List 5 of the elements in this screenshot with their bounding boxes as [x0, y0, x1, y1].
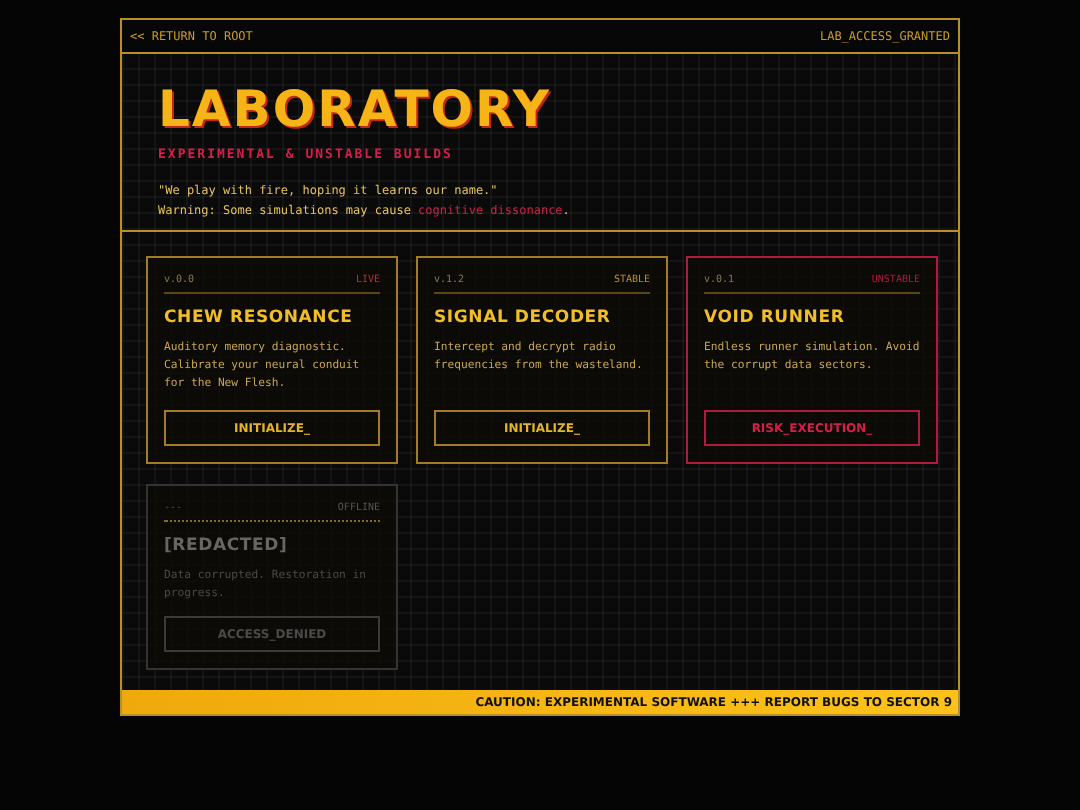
card-title: [REDACTED]	[164, 536, 288, 556]
card-title: SIGNAL DECODER	[434, 308, 611, 328]
card-title: CHEW RESONANCE	[164, 308, 353, 328]
card-title: VOID RUNNER	[704, 308, 845, 328]
page-title: LABORATORY	[158, 82, 552, 138]
